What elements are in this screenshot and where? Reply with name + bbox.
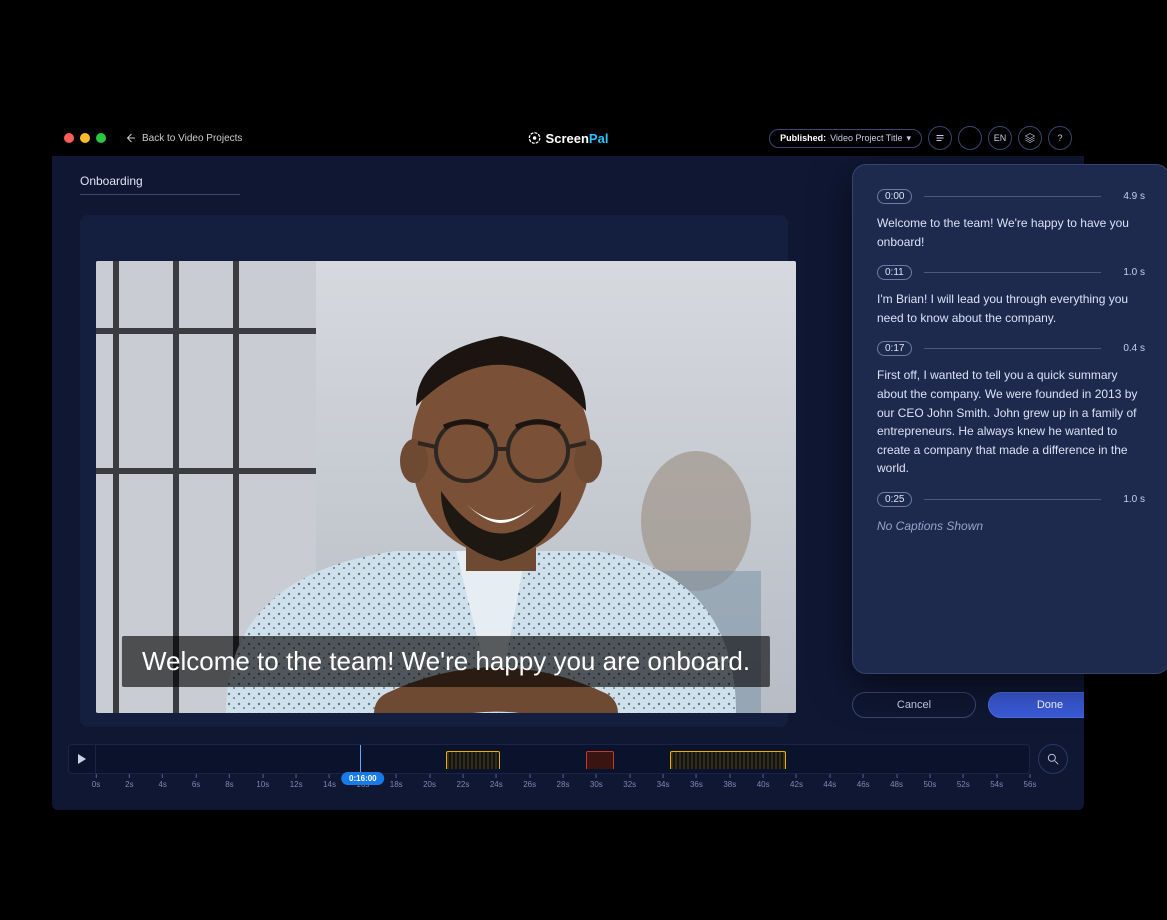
caption-text[interactable]: I'm Brian! I will lead you through every… bbox=[877, 290, 1145, 327]
tick: 44s bbox=[823, 774, 836, 789]
caption-time: 0:25 bbox=[877, 492, 912, 507]
tick: 14s bbox=[323, 774, 336, 789]
titlebar: Back to Video Projects ScreenPal Publish… bbox=[52, 120, 1084, 156]
caption-duration: 0.4 s bbox=[1123, 343, 1145, 354]
language-button[interactable]: EN bbox=[988, 126, 1012, 150]
tick: 52s bbox=[957, 774, 970, 789]
tick: 32s bbox=[623, 774, 636, 789]
caption-overlay: Welcome to the team! We're happy you are… bbox=[122, 636, 770, 687]
caption-row[interactable]: 0:25 1.0 s No Captions Shown bbox=[877, 492, 1145, 536]
caption-duration: 4.9 s bbox=[1123, 191, 1145, 202]
tick: 2s bbox=[125, 774, 133, 789]
caption-text[interactable]: Welcome to the team! We're happy to have… bbox=[877, 214, 1145, 251]
caption-divider bbox=[924, 196, 1101, 197]
tick: 6s bbox=[192, 774, 200, 789]
titlebar-right: Published: Video Project Title ▾ EN ? bbox=[769, 126, 1072, 150]
help-button[interactable]: ? bbox=[1048, 126, 1072, 150]
tick: 50s bbox=[923, 774, 936, 789]
tick: 30s bbox=[590, 774, 603, 789]
layers-icon bbox=[1024, 132, 1036, 144]
brand-logo: ScreenPal bbox=[528, 131, 609, 146]
caption-time: 0:00 bbox=[877, 189, 912, 204]
tick: 24s bbox=[490, 774, 503, 789]
tick: 54s bbox=[990, 774, 1003, 789]
tick: 48s bbox=[890, 774, 903, 789]
tick: 4s bbox=[158, 774, 166, 789]
tick: 8s bbox=[225, 774, 233, 789]
caption-divider bbox=[924, 272, 1102, 273]
tick: 10s bbox=[256, 774, 269, 789]
caption-time: 0:17 bbox=[877, 341, 912, 356]
tick: 38s bbox=[723, 774, 736, 789]
close-icon[interactable] bbox=[64, 133, 74, 143]
caption-row[interactable]: 0:00 4.9 s Welcome to the team! We're happ… bbox=[877, 189, 1145, 251]
tick: 12s bbox=[290, 774, 303, 789]
empty-button[interactable] bbox=[958, 126, 982, 150]
caption-text[interactable]: No Captions Shown bbox=[877, 517, 1145, 536]
tick: 34s bbox=[657, 774, 670, 789]
minimize-icon[interactable] bbox=[80, 133, 90, 143]
caption-time: 0:11 bbox=[877, 265, 912, 280]
timeline-track[interactable] bbox=[96, 744, 1030, 774]
caption-row[interactable]: 0:11 1.0 s I'm Brian! I will lead you thro… bbox=[877, 265, 1145, 327]
timeline-segment[interactable] bbox=[446, 751, 500, 769]
caption-duration: 1.0 s bbox=[1123, 494, 1145, 505]
tick: 18s bbox=[390, 774, 403, 789]
logo-icon bbox=[528, 131, 542, 145]
project-title-tab[interactable]: Onboarding bbox=[80, 168, 240, 195]
zoom-button[interactable] bbox=[1038, 744, 1068, 774]
tick: 56s bbox=[1024, 774, 1037, 789]
tick: 28s bbox=[557, 774, 570, 789]
cancel-button[interactable]: Cancel bbox=[852, 692, 976, 718]
search-icon bbox=[1046, 752, 1060, 766]
panel-footer: Cancel Done bbox=[852, 692, 1084, 718]
maximize-icon[interactable] bbox=[96, 133, 106, 143]
tick: 42s bbox=[790, 774, 803, 789]
tick: 46s bbox=[857, 774, 870, 789]
caption-divider bbox=[924, 499, 1101, 500]
tick: 22s bbox=[456, 774, 469, 789]
tick: 0s bbox=[92, 774, 100, 789]
current-time-indicator[interactable]: 0:16:00 bbox=[341, 772, 385, 785]
caption-row[interactable]: 0:17 0.4 s First off, I wanted to tell you… bbox=[877, 341, 1145, 478]
list-icon bbox=[934, 132, 946, 144]
arrow-left-icon bbox=[124, 132, 136, 144]
play-button[interactable] bbox=[68, 744, 96, 774]
tick: 26s bbox=[523, 774, 536, 789]
timeline-segment[interactable] bbox=[670, 751, 787, 769]
tick: 36s bbox=[690, 774, 703, 789]
video-stage: Welcome to the team! We're happy you are… bbox=[80, 215, 788, 727]
tick: 20s bbox=[423, 774, 436, 789]
publish-status-dropdown[interactable]: Published: Video Project Title ▾ bbox=[769, 129, 922, 148]
back-button[interactable]: Back to Video Projects bbox=[124, 132, 242, 144]
list-button[interactable] bbox=[928, 126, 952, 150]
timeline-segment[interactable] bbox=[586, 751, 614, 769]
caption-divider bbox=[924, 348, 1101, 349]
captions-panel: 0:00 4.9 s Welcome to the team! We're happ… bbox=[852, 164, 1167, 674]
caption-duration: 1.0 s bbox=[1123, 267, 1145, 278]
timeline: 0s2s4s6s8s10s12s14s16s18s20s22s24s26s28s… bbox=[68, 744, 1068, 794]
play-icon bbox=[77, 754, 87, 764]
back-label: Back to Video Projects bbox=[142, 133, 242, 144]
caption-text[interactable]: First off, I wanted to tell you a quick … bbox=[877, 366, 1145, 478]
chevron-down-icon: ▾ bbox=[906, 133, 911, 144]
video-preview[interactable]: Welcome to the team! We're happy you are… bbox=[96, 261, 796, 713]
layers-button[interactable] bbox=[1018, 126, 1042, 150]
tick: 40s bbox=[757, 774, 770, 789]
window-controls bbox=[64, 133, 106, 143]
playhead[interactable] bbox=[360, 745, 361, 773]
done-button[interactable]: Done bbox=[988, 692, 1084, 718]
timeline-ruler: 0s2s4s6s8s10s12s14s16s18s20s22s24s26s28s… bbox=[96, 774, 1030, 794]
